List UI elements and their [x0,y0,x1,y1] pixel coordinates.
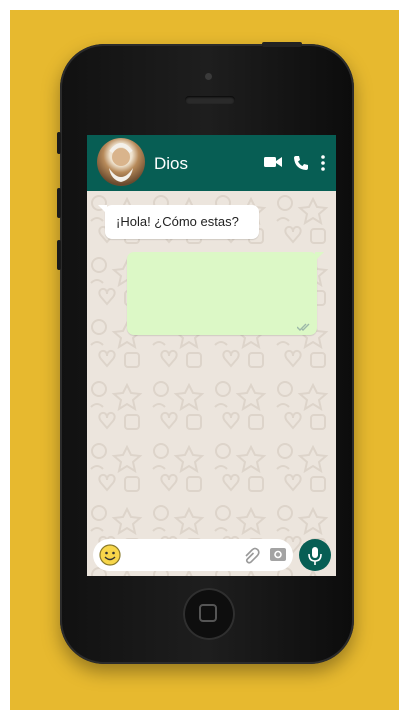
incoming-message-bubble[interactable]: ¡Hola! ¿Cómo estas? [98,205,259,239]
chat-wallpaper-pattern [87,191,336,576]
volume-down-button [57,240,61,270]
video-call-icon[interactable] [264,155,282,169]
emoji-icon[interactable] [99,544,121,566]
avatar-portrait [109,143,133,182]
voice-call-icon[interactable] [293,155,309,171]
bubble-tail [98,205,107,214]
contact-avatar[interactable] [97,138,145,186]
chat-header: Dios [87,135,336,191]
mute-switch [57,132,61,154]
double-check-icon [297,323,310,331]
volume-up-button [57,188,61,218]
home-button[interactable] [183,588,235,640]
mic-icon [308,547,322,565]
outgoing-message-bubble[interactable] [127,252,324,335]
message-input[interactable] [129,545,241,567]
message-input-bar [93,539,293,571]
incoming-message-text: ¡Hola! ¿Cómo estas? [116,214,239,229]
whatsapp-screen: Dios ¡Hola! ¿Cómo estas? [87,135,336,576]
power-button [262,42,302,47]
bubble-tail [315,252,324,261]
attach-icon[interactable] [243,546,261,564]
home-button-icon [199,604,217,622]
more-options-icon[interactable] [320,155,326,171]
front-camera [205,73,212,80]
camera-icon[interactable] [269,545,287,563]
earpiece-speaker [185,96,235,104]
mic-button[interactable] [299,539,331,571]
contact-name[interactable]: Dios [154,154,188,174]
